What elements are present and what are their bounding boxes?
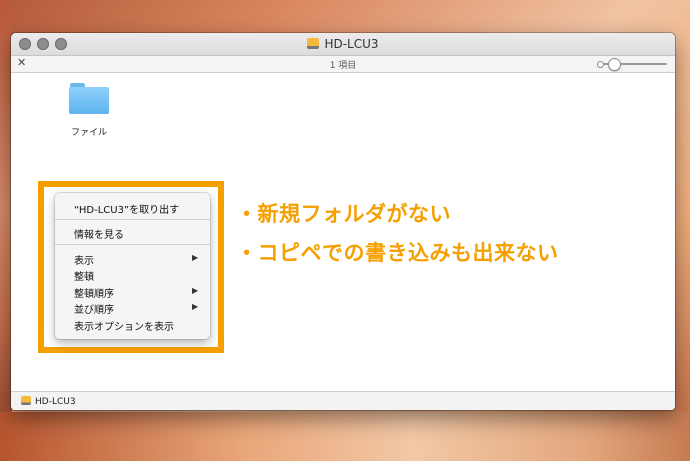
menu-item-sort-by[interactable]: 並び順序 <box>74 301 114 316</box>
annotation-line-1: ・新規フォルダがない <box>236 202 451 226</box>
window-title: HD-LCU3 <box>11 37 675 51</box>
item-count: 1 項目 <box>329 61 357 71</box>
status-bar: ✕ 1 項目 <box>11 56 675 73</box>
window-title-text: HD-LCU3 <box>324 37 379 51</box>
drive-icon <box>307 38 320 49</box>
menu-item-show-view-options[interactable]: 表示オプションを表示 <box>74 318 174 333</box>
submenu-arrow-icon: ▶ <box>192 302 199 311</box>
icon-size-slider-knob[interactable] <box>608 58 621 71</box>
annotation-line-2: ・コピペでの書き込みも出来ない <box>236 241 559 265</box>
folder-label[interactable]: ファイル <box>59 125 119 138</box>
folder-body <box>69 87 109 114</box>
menu-item-get-info[interactable]: 情報を見る <box>74 226 124 241</box>
submenu-arrow-icon: ▶ <box>192 253 199 262</box>
menu-item-view[interactable]: 表示 <box>74 252 94 267</box>
submenu-arrow-icon: ▶ <box>192 286 199 295</box>
menu-item-clean-up-by[interactable]: 整頓順序 <box>74 285 114 300</box>
title-bar[interactable]: HD-LCU3 <box>11 33 675 56</box>
menu-item-eject[interactable]: “HD-LCU3”を取り出す <box>74 201 179 216</box>
drive-icon <box>21 396 31 405</box>
desktop-background-bottom <box>0 412 690 461</box>
path-item[interactable]: HD-LCU3 <box>21 396 76 407</box>
menu-separator <box>55 244 210 245</box>
context-menu: “HD-LCU3”を取り出す 情報を見る 表示 ▶ 整頓 整頓順序 ▶ 並び順序… <box>55 193 210 339</box>
menu-item-clean-up[interactable]: 整頓 <box>74 268 94 283</box>
path-bar: HD-LCU3 <box>11 391 675 410</box>
folder-icon[interactable] <box>69 81 109 115</box>
path-item-label: HD-LCU3 <box>35 397 76 407</box>
menu-separator <box>55 219 210 220</box>
